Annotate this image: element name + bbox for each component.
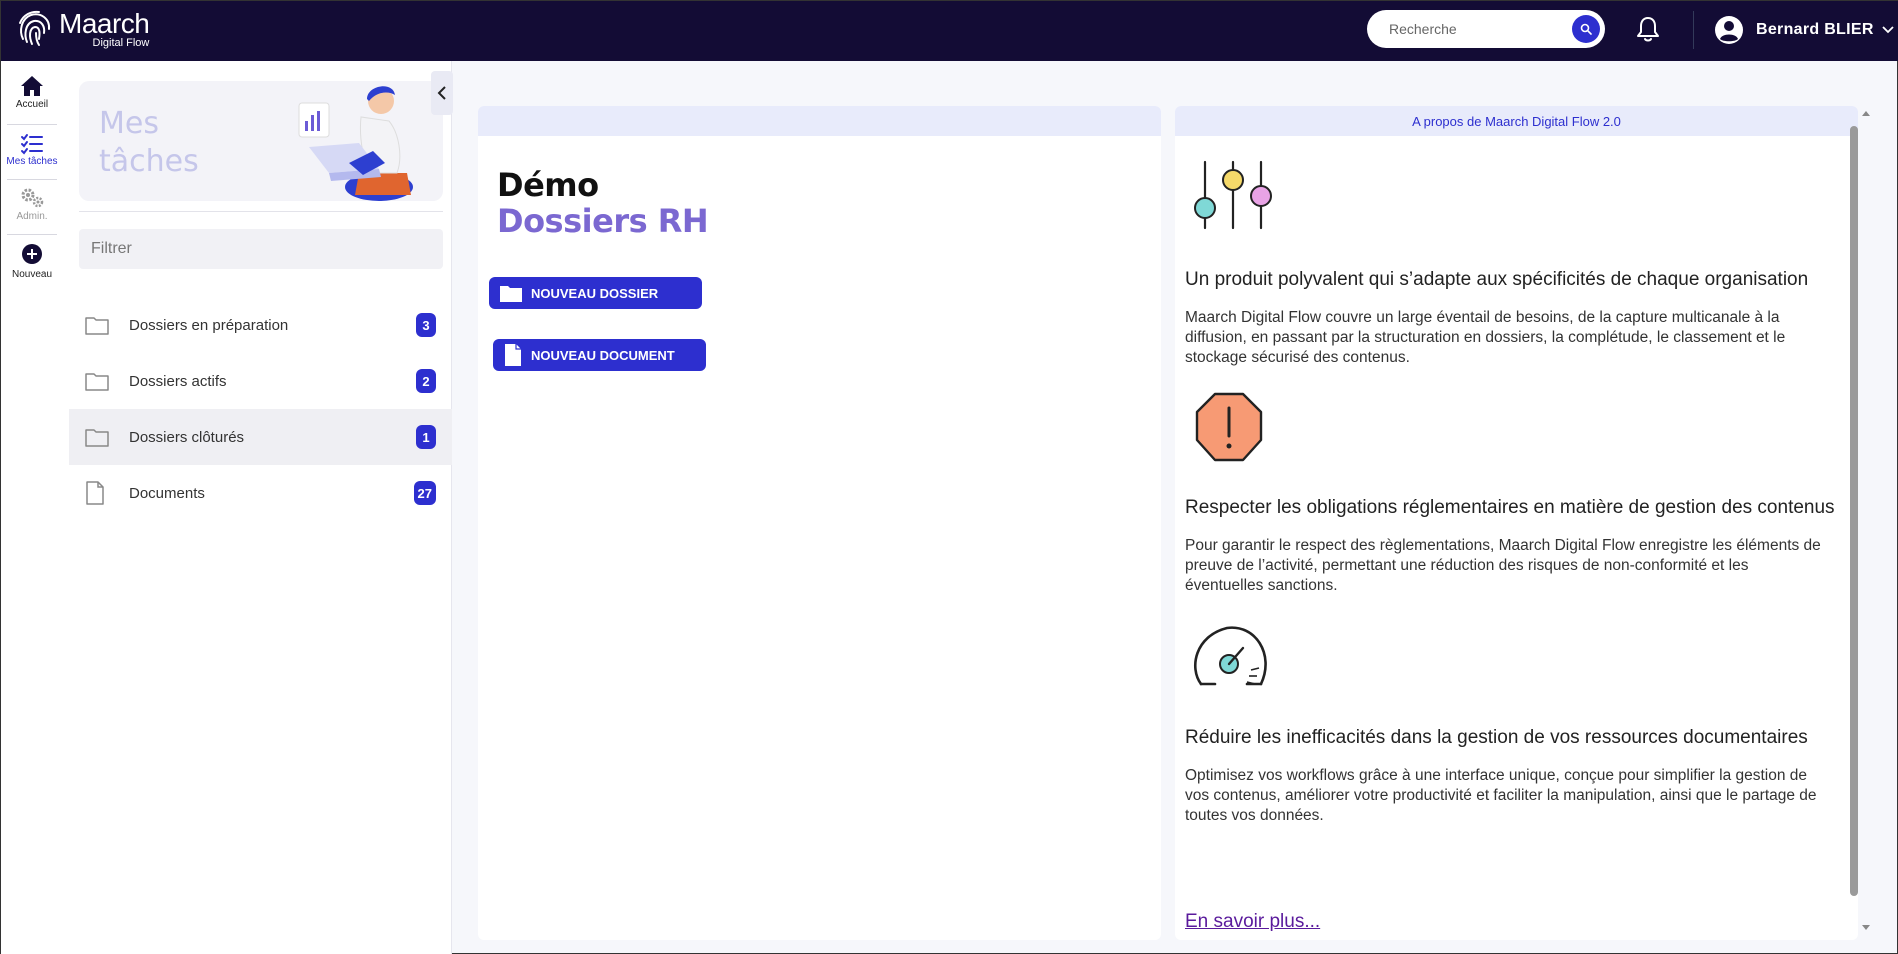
task-item-active[interactable]: Dossiers actifs 2 [69, 353, 452, 409]
avatar-icon [1715, 16, 1743, 44]
user-name: Bernard BLIER [1756, 21, 1874, 38]
demo-title: Démo [497, 166, 599, 204]
scroll-up-icon[interactable] [1861, 109, 1871, 117]
tasks-title: Mes tâches [99, 105, 199, 181]
worker-illustration-icon [298, 86, 413, 201]
task-label: Dossiers en préparation [129, 316, 289, 334]
rail-label-new: Nouveau [11, 269, 53, 280]
task-label: Dossiers clôturés [129, 428, 245, 446]
learn-more-link[interactable]: En savoir plus... [1185, 911, 1320, 933]
about-header: A propos de Maarch Digital Flow 2.0 [1175, 106, 1858, 136]
scroll-down-icon[interactable] [1861, 924, 1871, 932]
home-icon [21, 76, 43, 96]
rail-label-home: Accueil [15, 99, 49, 110]
task-item-documents[interactable]: Documents 27 [69, 465, 452, 521]
rail-divider [7, 179, 57, 180]
feature-text: Optimisez vos workflows grâce à une inte… [1185, 767, 1817, 824]
search-box [1367, 10, 1605, 48]
search-icon [1580, 23, 1592, 35]
document-icon [86, 481, 104, 505]
chevron-down-icon [1882, 26, 1894, 34]
plus-circle-icon [22, 244, 42, 264]
scrollbar-thumb[interactable] [1850, 126, 1858, 896]
feature-text: Pour garantir le respect des règlementat… [1185, 537, 1821, 594]
fingerprint-logo-icon [19, 10, 51, 46]
top-bar: Maarch Digital Flow Bernard BLIER [1, 1, 1898, 61]
new-document-button[interactable]: NOUVEAU DOCUMENT [493, 339, 706, 371]
rail-item-home[interactable]: Accueil [1, 75, 63, 110]
bell-icon[interactable] [1635, 15, 1661, 43]
logo-name: Maarch [59, 8, 150, 39]
task-item-preparation[interactable]: Dossiers en préparation 3 [69, 297, 452, 353]
count-badge: 3 [416, 313, 436, 337]
folder-icon [500, 286, 522, 302]
new-folder-label: NOUVEAU DOSSIER [531, 285, 659, 301]
about-card: A propos de Maarch Digital Flow 2.0 Un p… [1175, 106, 1858, 940]
count-badge: 27 [413, 481, 436, 505]
feature-title: Un produit polyvalent qui s’adapte aux s… [1185, 269, 1809, 290]
user-menu[interactable]: Bernard BLIER [1714, 15, 1894, 45]
collapse-panel-button[interactable] [431, 71, 453, 115]
feature-text: Maarch Digital Flow couvre un large éven… [1185, 309, 1786, 366]
folder-icon [85, 317, 109, 335]
demo-subtitle: Dossiers RH [497, 202, 709, 240]
gears-icon [21, 188, 44, 208]
feature-title: Respecter les obligations réglementaires… [1185, 497, 1835, 518]
task-item-closed[interactable]: Dossiers clôturés 1 [69, 409, 452, 465]
feature-title: Réduire les inefficacités dans la gestio… [1185, 727, 1808, 748]
filter-box [79, 229, 443, 269]
rail-item-admin[interactable]: Admin. [1, 187, 63, 222]
tasks-hero: Mes tâches [79, 81, 443, 201]
filter-input[interactable] [79, 240, 419, 258]
rail-item-new[interactable]: Nouveau [1, 243, 63, 280]
tasks-title-line1: Mes [99, 106, 159, 141]
search-button[interactable] [1572, 15, 1600, 43]
new-folder-button[interactable]: NOUVEAU DOSSIER [489, 277, 702, 309]
about-scrollbar[interactable] [1848, 126, 1858, 916]
checklist-icon [21, 134, 43, 155]
count-badge: 2 [416, 369, 436, 393]
task-label: Dossiers actifs [129, 372, 227, 390]
tasks-panel: Mes tâches Dossiers en préparation 3 [63, 61, 452, 954]
sliders-icon [1194, 160, 1272, 230]
tasks-title-line2: tâches [99, 144, 199, 179]
header-divider [1693, 11, 1694, 49]
rail-divider [7, 124, 57, 125]
folder-icon [85, 429, 109, 447]
tasks-divider [79, 211, 443, 212]
count-badge: 1 [416, 425, 436, 449]
demo-card: Démo Dossiers RH NOUVEAU DOSSIER NOUVEAU… [478, 106, 1161, 940]
document-icon [505, 344, 521, 366]
rail-divider [7, 234, 57, 235]
chevron-left-icon [437, 86, 446, 100]
warning-octagon-icon [1195, 392, 1263, 462]
demo-card-header [478, 106, 1161, 136]
rail-label-tasks: Mes tâches [6, 156, 58, 167]
nav-rail: Accueil Mes tâches Admin. Nouveau [1, 61, 63, 954]
gauge-icon [1193, 626, 1267, 686]
task-label: Documents [129, 484, 205, 502]
folder-icon [85, 373, 109, 391]
app-logo[interactable]: Maarch Digital Flow [15, 8, 150, 49]
new-document-label: NOUVEAU DOCUMENT [531, 347, 675, 363]
search-input[interactable] [1367, 21, 1567, 37]
rail-item-tasks[interactable]: Mes tâches [1, 133, 63, 167]
about-body: Un produit polyvalent qui s’adapte aux s… [1175, 136, 1858, 940]
rail-label-admin: Admin. [16, 211, 48, 222]
